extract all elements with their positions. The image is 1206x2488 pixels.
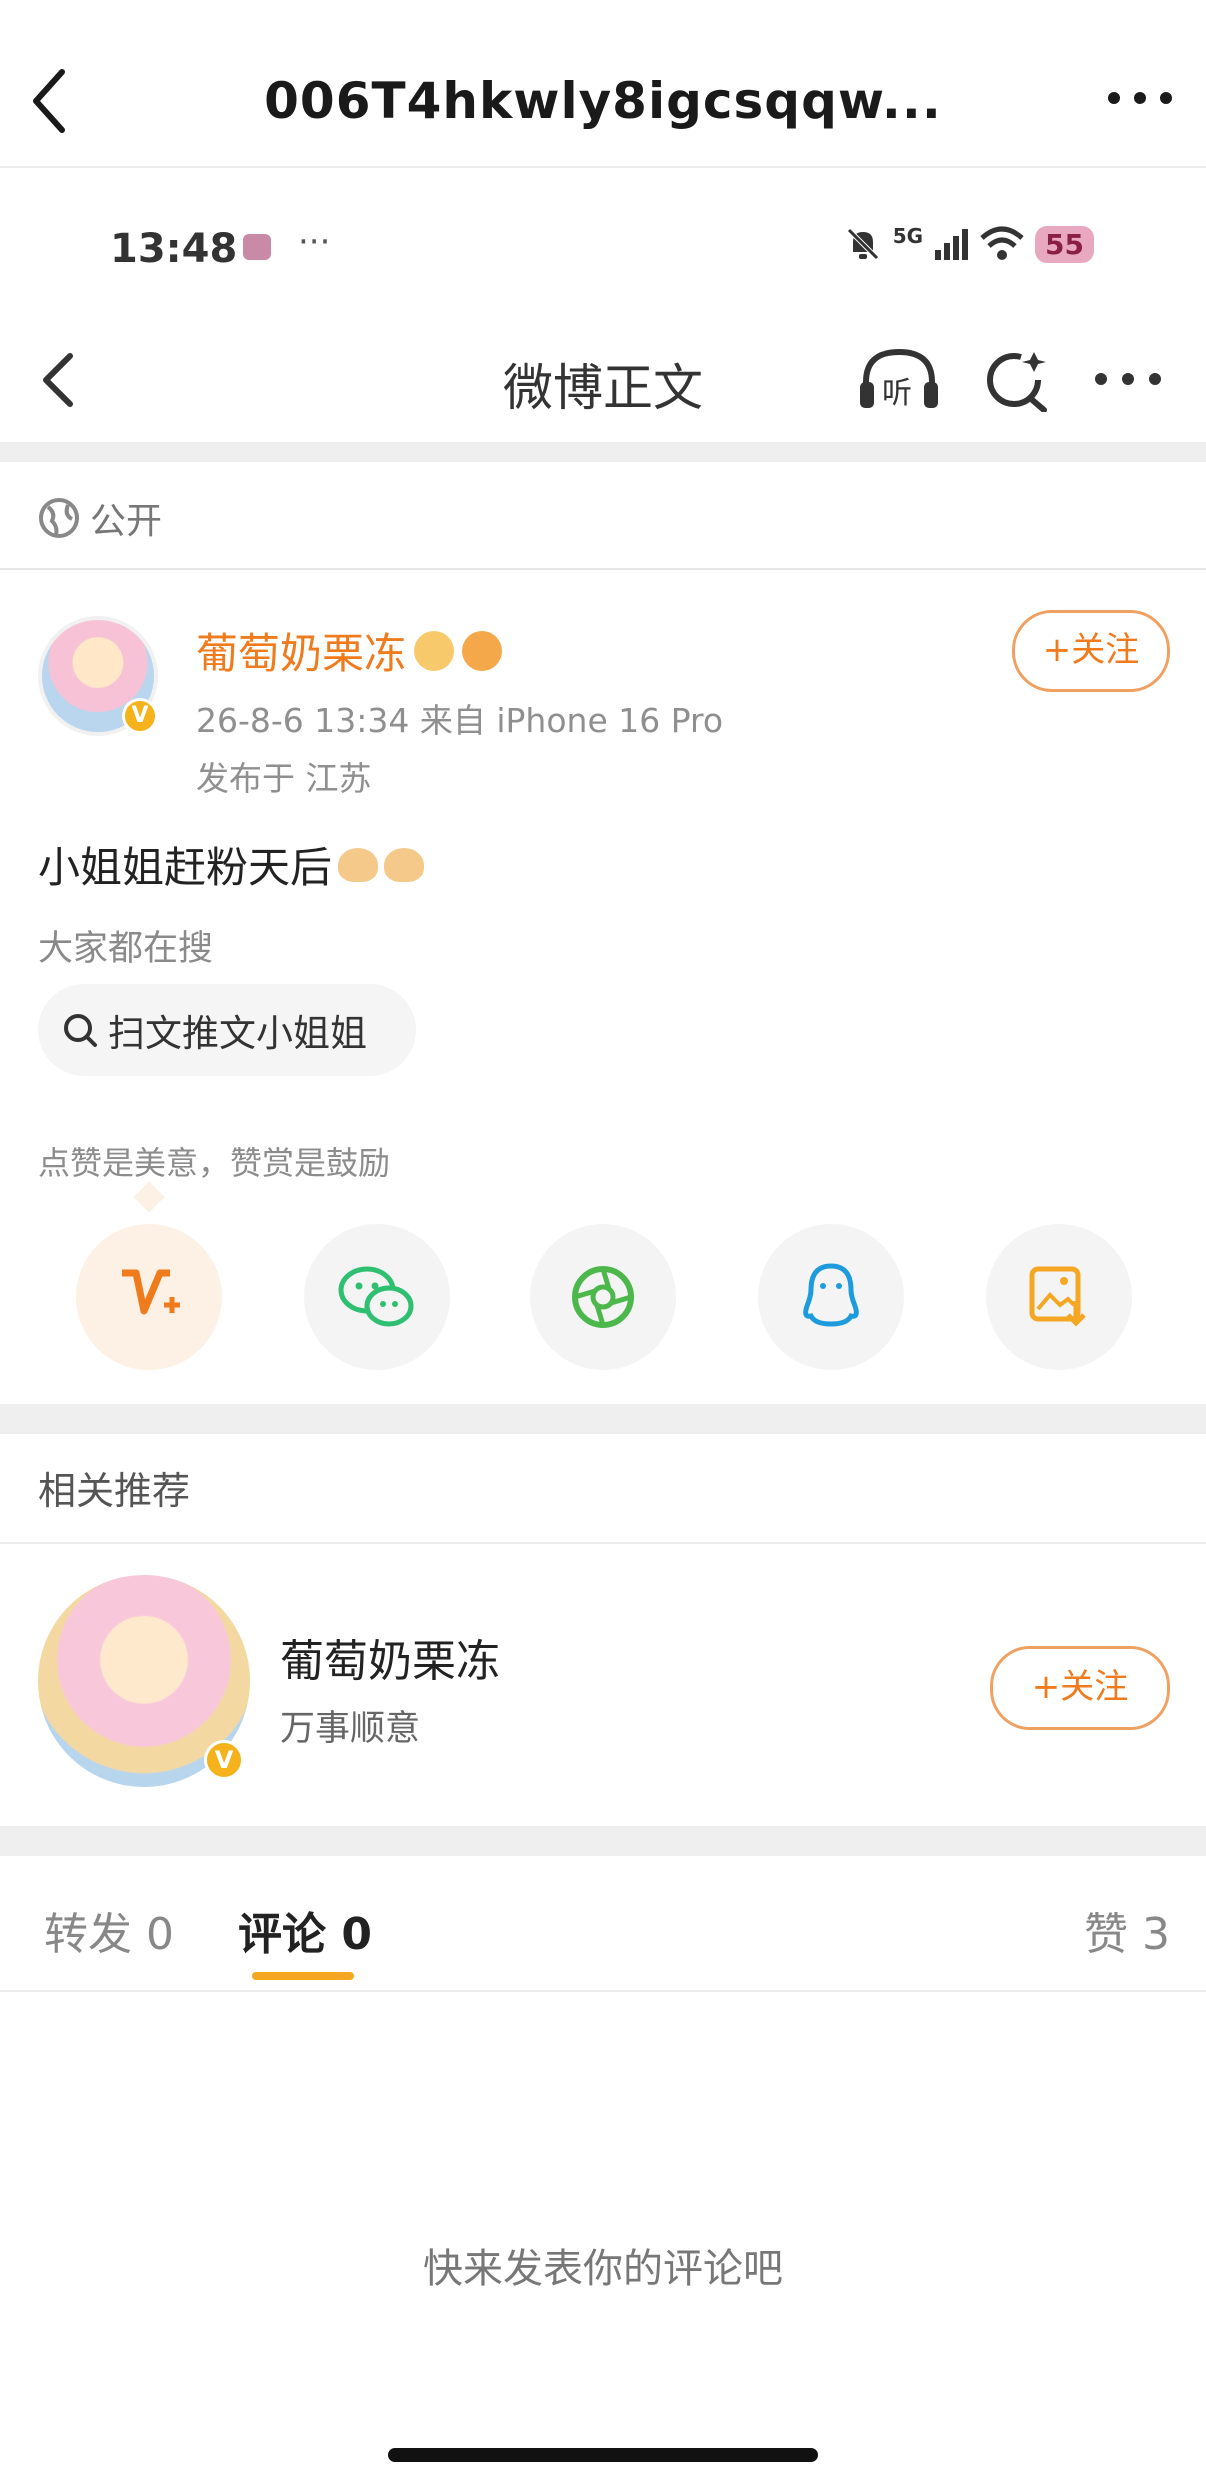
search-icon — [64, 1014, 97, 1047]
network-type: 5G — [892, 224, 924, 248]
tab-repost[interactable]: 转发 0 — [44, 1898, 174, 1962]
follow-button[interactable]: +关注 — [1012, 610, 1170, 692]
app-notification-icon — [243, 234, 271, 260]
more-options-icon[interactable] — [1094, 372, 1162, 386]
active-tab-indicator — [252, 1972, 354, 1980]
post-location: 发布于 江苏 — [196, 759, 372, 798]
browser-top-bar: 006T4hkwly8igcsqqw... — [0, 0, 1206, 168]
section-divider — [0, 1826, 1206, 1856]
author-name[interactable]: 葡萄奶栗冻 — [196, 620, 503, 681]
wifi-icon — [980, 226, 1024, 260]
recommend-divider — [0, 1542, 1206, 1544]
app-header: 微博正文 听 — [0, 320, 1206, 442]
visibility-row: 公开 — [0, 462, 1206, 570]
tab-comment[interactable]: 评论 0 — [238, 1898, 372, 1962]
refresh-search-icon[interactable] — [984, 346, 1050, 412]
mute-bell-icon — [846, 228, 879, 260]
hint-pointer — [133, 1181, 165, 1213]
home-indicator — [388, 2448, 818, 2462]
globe-icon — [39, 498, 79, 538]
verified-badge-icon: V — [204, 1740, 244, 1780]
battery-level: 55 — [1035, 225, 1094, 263]
interaction-tabs: 转发 0 评论 0 赞 3 — [0, 1856, 1206, 1992]
back-arrow-icon[interactable] — [30, 66, 80, 136]
reward-icon[interactable] — [76, 1224, 222, 1370]
recommend-follow-button[interactable]: +关注 — [990, 1646, 1170, 1730]
section-divider — [0, 1404, 1206, 1434]
qq-icon[interactable] — [758, 1224, 904, 1370]
empty-comment-hint: 快来发表你的评论吧 — [423, 2246, 783, 2292]
share-row — [0, 1224, 1206, 1372]
browser-title: 006T4hkwly8igcsqqw... — [264, 72, 942, 130]
fish-badge-icon — [462, 630, 503, 671]
listen-headphone-icon[interactable]: 听 — [858, 346, 940, 412]
clap-emoji-icon — [338, 847, 379, 882]
recommend-desc: 万事顺意 — [280, 1709, 421, 1749]
visibility-label: 公开 — [90, 501, 163, 542]
listen-label: 听 — [882, 376, 912, 411]
phone-status-bar: 13:48 ··· 5G 55 — [0, 170, 1206, 320]
post-meta: 26-8-6 13:34 来自 iPhone 16 Pro — [196, 701, 724, 740]
verified-badge-icon: V — [122, 698, 158, 734]
crown-badge-icon — [414, 630, 455, 671]
post-text: 小姐姐赶粉天后 — [38, 834, 425, 895]
recommend-name[interactable]: 葡萄奶栗冻 — [280, 1625, 500, 1689]
trending-search-label: 大家都在搜 — [38, 929, 214, 969]
tab-like[interactable]: 赞 3 — [1084, 1898, 1170, 1962]
status-time: 13:48 — [110, 226, 238, 272]
clap-emoji-icon — [384, 847, 425, 882]
save-image-icon[interactable] — [986, 1224, 1132, 1370]
moments-icon[interactable] — [530, 1224, 676, 1370]
status-more-dots: ··· — [298, 222, 331, 262]
status-right-icons: 5G 55 — [843, 224, 1094, 264]
trending-search-chip[interactable]: 扫文推文小姐姐 — [38, 984, 416, 1076]
praise-hint: 点赞是美意，赞赏是鼓励 — [38, 1144, 391, 1182]
wechat-icon[interactable] — [304, 1224, 450, 1370]
section-divider — [0, 442, 1206, 462]
more-options-icon[interactable] — [1108, 92, 1172, 104]
recommend-title: 相关推荐 — [38, 1469, 191, 1513]
signal-icon — [935, 229, 969, 260]
